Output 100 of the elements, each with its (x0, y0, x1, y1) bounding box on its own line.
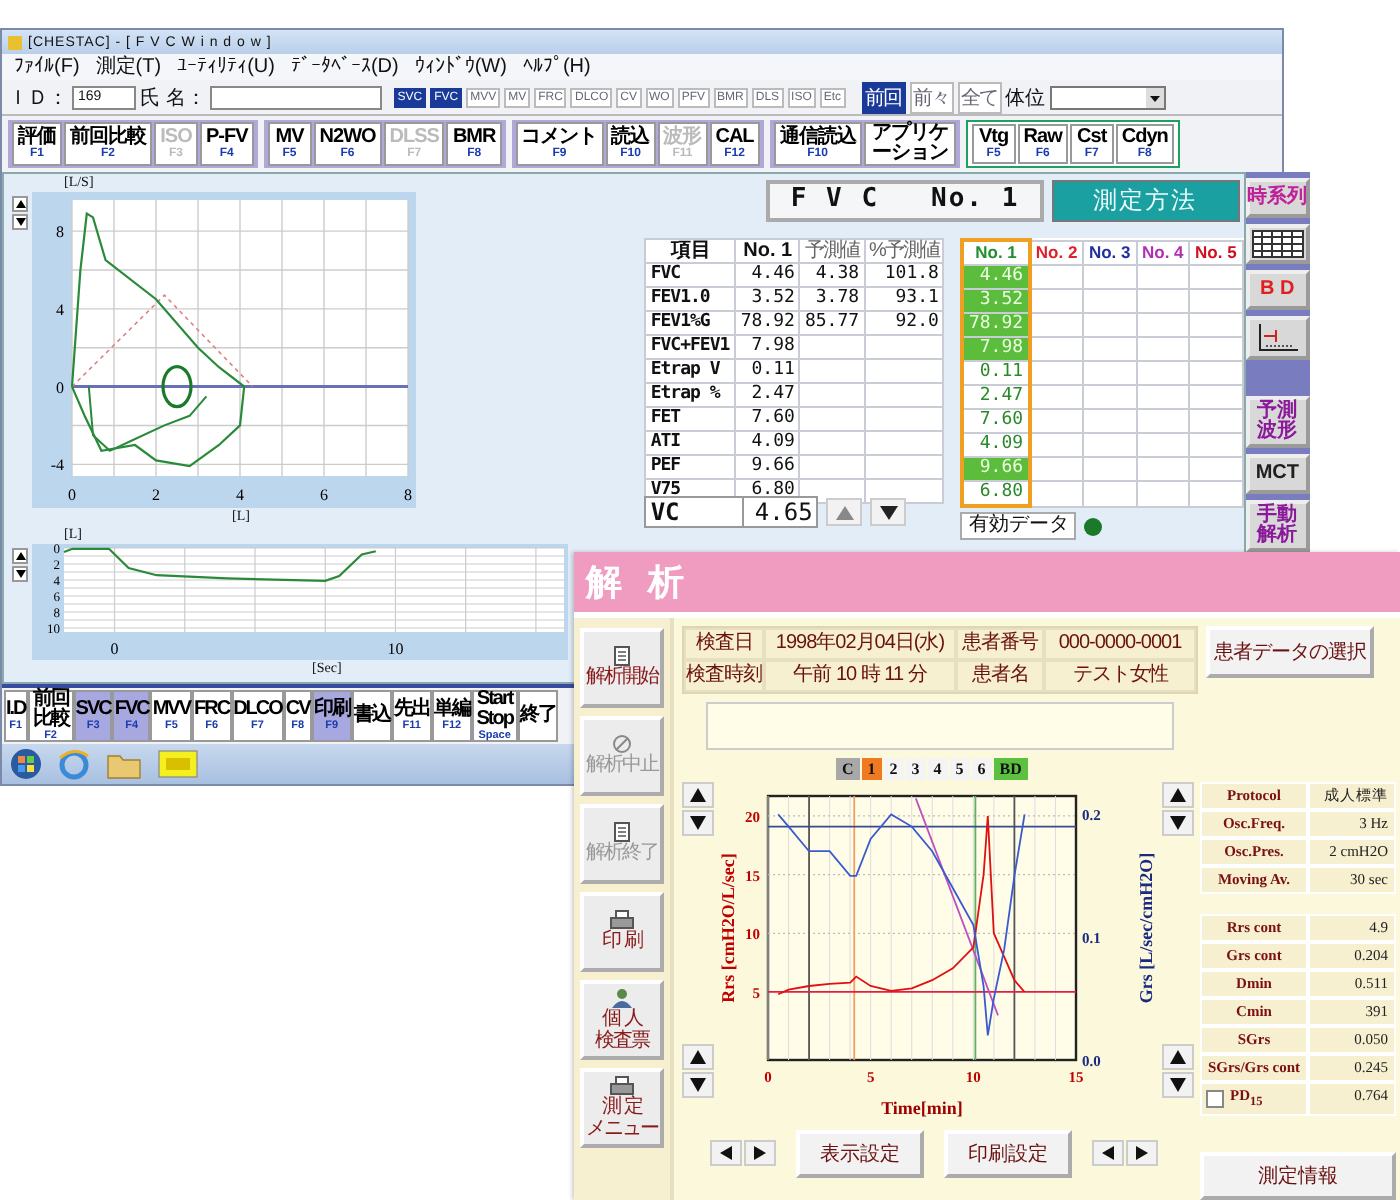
info-value: テスト女性 (1044, 659, 1196, 691)
up-triangle-icon (1170, 787, 1186, 801)
start-orb-icon[interactable] (10, 748, 42, 780)
checkbox[interactable] (1206, 1089, 1224, 1108)
table-cell: 7.98 (735, 335, 800, 359)
valid-data-label: 有効データ (960, 512, 1077, 540)
side-button[interactable]: 手動 解析 (1245, 500, 1310, 552)
axis-title: Rrs [cmH2O/L/sec] (718, 852, 738, 1002)
table-cell: Etrap % (645, 383, 736, 407)
view-toggle[interactable]: 前々 (909, 81, 954, 113)
side-button[interactable]: 印 刷 (580, 891, 664, 971)
scale-down-button[interactable] (12, 566, 28, 582)
scroll-left-button[interactable] (710, 1140, 742, 1166)
down-button[interactable] (870, 498, 907, 526)
graph-button[interactable] (1245, 316, 1310, 360)
table-cell: 9.66 (962, 457, 1030, 481)
scroll-right-button[interactable] (744, 1140, 776, 1166)
table-cell: FVC (645, 263, 736, 287)
info-label: 検査時刻 (684, 659, 764, 691)
name-field[interactable] (209, 85, 382, 109)
table-cell: 9.66 (735, 455, 800, 479)
trial-tab[interactable]: C (836, 757, 860, 779)
left-triangle-icon (718, 1146, 734, 1160)
scroll-down-button[interactable] (1162, 1071, 1194, 1097)
scale-up-button[interactable] (12, 196, 28, 212)
comment-field[interactable] (706, 701, 1174, 749)
table-cell: 4.46 (962, 265, 1030, 289)
scale-up-button[interactable] (12, 548, 28, 564)
tick-label: 10 (387, 640, 404, 658)
scroll-down-button[interactable] (682, 809, 714, 835)
table-cell: 3.78 (799, 287, 865, 311)
menu-item[interactable]: ﾃﾞｰﾀﾍﾞｰｽ(D) (290, 55, 399, 79)
patient-select-button[interactable]: 患者データの選択 (1206, 625, 1374, 677)
posture-dropdown[interactable] (1049, 85, 1166, 109)
document-icon (614, 646, 630, 666)
test-name: F V C (790, 184, 880, 218)
function-key-button[interactable]: アプリケーション (863, 122, 956, 166)
trial-tab[interactable]: 2 (883, 757, 904, 779)
scale-down-button[interactable] (12, 214, 28, 230)
down-triangle-icon (879, 505, 898, 519)
settings-button[interactable]: 印刷設定 (944, 1129, 1072, 1177)
table-cell: 93.1 (864, 287, 944, 311)
up-triangle-icon (835, 505, 854, 519)
table-cell: 101.8 (864, 263, 944, 287)
trial-header[interactable]: No. 4 (1136, 240, 1190, 265)
side-button[interactable]: 時系列 (1245, 178, 1310, 218)
table-cell: 0.11 (735, 359, 800, 383)
printer-icon (610, 910, 634, 930)
table-cell: 7.98 (962, 337, 1030, 361)
menu-item[interactable]: ﾌｧｲﾙ(F) (14, 55, 80, 79)
scroll-up-button[interactable] (1162, 1043, 1194, 1069)
table-cell: ATI (645, 431, 736, 455)
function-key-button[interactable]: 終了 (517, 690, 558, 742)
side-button[interactable]: 測 定 メニュー (580, 1067, 664, 1147)
info-label: 患者番号 (956, 627, 1044, 659)
scroll-up-button[interactable] (682, 1043, 714, 1069)
menu-item[interactable]: ﾍﾙﾌﾟ(H) (522, 55, 591, 79)
trial-header[interactable]: No. 3 (1083, 240, 1137, 265)
tick-label: 0 (110, 640, 119, 658)
up-triangle-icon (1170, 1049, 1186, 1063)
side-button[interactable]: 予測 波形 (1245, 396, 1310, 448)
right-triangle-icon (1134, 1146, 1150, 1160)
info-label: 検査日 (684, 627, 764, 659)
vc-label: VC (646, 498, 745, 526)
table-cell: 7.60 (962, 409, 1030, 433)
trial-tab[interactable]: 1 (861, 757, 882, 779)
scroll-right-button[interactable] (1126, 1140, 1158, 1166)
menu-item[interactable]: ｳｨﾝﾄﾞｳ(W) (414, 55, 507, 79)
trial-tab[interactable]: 3 (905, 757, 926, 779)
scroll-left-button[interactable] (1092, 1140, 1124, 1166)
trial-header[interactable]: No. 5 (1189, 240, 1243, 265)
view-toggle[interactable]: 全て (957, 81, 1002, 113)
table-cell: 6.80 (962, 481, 1030, 506)
settings-button[interactable]: 表示設定 (796, 1129, 924, 1177)
trial-tab[interactable]: 6 (971, 757, 992, 779)
trial-tab[interactable]: 5 (949, 757, 970, 779)
id-label: ＩＤ： (8, 85, 68, 111)
trial-header[interactable]: No. 2 (1029, 240, 1084, 265)
info-value: 午前 10 時 11 分 (764, 659, 956, 691)
function-key-button[interactable]: 書込 (351, 690, 392, 742)
side-button[interactable]: 解析開始 (580, 627, 664, 707)
table-view-button[interactable] (1245, 224, 1310, 264)
side-button[interactable]: 個 人 検査票 (580, 979, 664, 1059)
scroll-up-button[interactable] (1162, 781, 1194, 807)
scroll-up-button[interactable] (682, 781, 714, 807)
table-cell: FEV1.0 (645, 287, 736, 311)
menu-item[interactable]: 測定(T) (95, 55, 162, 79)
side-button[interactable]: MCT (1245, 454, 1310, 494)
tick-label: 6 (320, 486, 328, 504)
table-cell: 92.0 (864, 311, 944, 335)
trial-tab[interactable]: 4 (927, 757, 948, 779)
trial-tab[interactable]: BD (993, 757, 1028, 779)
view-toggle[interactable]: 前回 (861, 81, 906, 113)
measurement-info-button[interactable]: 測定情報 (1200, 1152, 1396, 1200)
tick-label: 4 (236, 486, 244, 504)
scroll-down-button[interactable] (1162, 809, 1194, 835)
scroll-down-button[interactable] (682, 1071, 714, 1097)
tick-label: 8 (56, 223, 64, 242)
menu-item[interactable]: ﾕｰﾃｨﾘﾃｨ(U) (177, 55, 275, 79)
info-value: 1998年02月04日(水) (764, 627, 956, 659)
